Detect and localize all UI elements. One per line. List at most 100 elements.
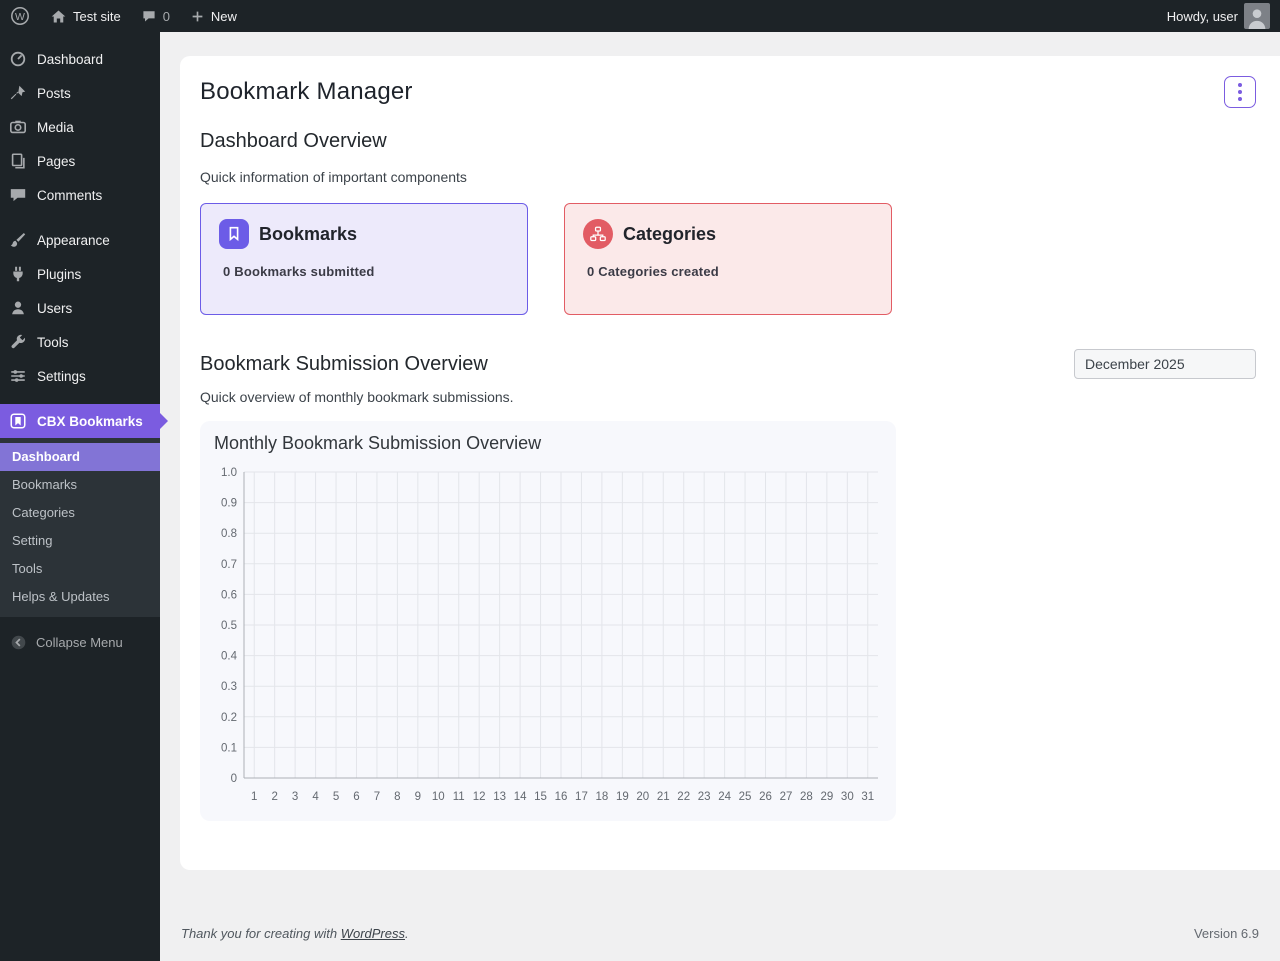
sidebar-item-plugins[interactable]: Plugins <box>0 257 160 291</box>
svg-text:29: 29 <box>820 791 833 803</box>
svg-text:27: 27 <box>780 791 793 803</box>
svg-text:15: 15 <box>534 791 547 803</box>
submenu-item-helps-updates[interactable]: Helps & Updates <box>0 583 160 611</box>
svg-text:1: 1 <box>251 791 257 803</box>
svg-text:0.9: 0.9 <box>221 498 237 510</box>
svg-text:10: 10 <box>432 791 445 803</box>
footer-thanks-prefix: Thank you for creating with <box>181 926 341 941</box>
svg-text:26: 26 <box>759 791 772 803</box>
collapse-icon <box>8 632 28 652</box>
svg-text:25: 25 <box>739 791 752 803</box>
dashboard-overview-heading: Dashboard Overview <box>200 130 1256 153</box>
svg-text:0.1: 0.1 <box>221 742 237 754</box>
bookmark-icon <box>8 411 28 431</box>
sidebar-item-comments[interactable]: Comments <box>0 178 160 212</box>
chart-title: Monthly Bookmark Submission Overview <box>208 433 888 454</box>
admin-bar: W Test site 0 New Howdy, user <box>0 0 1280 32</box>
pages-icon <box>8 151 28 171</box>
my-account-menu[interactable]: Howdy, user <box>1157 0 1280 32</box>
svg-text:21: 21 <box>657 791 670 803</box>
sidebar-item-label: Users <box>37 301 72 316</box>
collapse-label: Collapse Menu <box>36 635 123 650</box>
new-content-menu[interactable]: New <box>180 0 247 32</box>
sidebar-item-label: Appearance <box>37 233 110 248</box>
avatar <box>1244 3 1270 29</box>
page-title: Bookmark Manager <box>200 78 413 106</box>
collapse-menu-button[interactable]: Collapse Menu <box>0 625 160 659</box>
menu-separator <box>0 393 160 404</box>
sidebar-item-users[interactable]: Users <box>0 291 160 325</box>
sidebar-item-media[interactable]: Media <box>0 110 160 144</box>
stat-card-value: 0 Categories created <box>587 264 873 279</box>
stat-card-title: Categories <box>623 224 716 245</box>
page-header: Bookmark Manager <box>200 72 1256 112</box>
svg-text:0.4: 0.4 <box>221 651 238 663</box>
wordpress-link[interactable]: WordPress <box>341 926 405 941</box>
sidebar-item-tools[interactable]: Tools <box>0 325 160 359</box>
camera-icon <box>8 117 28 137</box>
svg-text:3: 3 <box>292 791 298 803</box>
plug-icon <box>8 264 28 284</box>
brush-icon <box>8 230 28 250</box>
month-picker-input[interactable] <box>1074 349 1256 379</box>
sliders-icon <box>8 366 28 386</box>
user-icon <box>8 298 28 318</box>
svg-text:6: 6 <box>353 791 359 803</box>
svg-text:0.5: 0.5 <box>221 620 237 632</box>
wrench-icon <box>8 332 28 352</box>
svg-text:W: W <box>15 11 25 23</box>
comments-menu[interactable]: 0 <box>131 0 180 32</box>
sidebar-item-label: Pages <box>37 154 75 169</box>
svg-text:17: 17 <box>575 791 588 803</box>
submenu-item-tools[interactable]: Tools <box>0 555 160 583</box>
sidebar-item-appearance[interactable]: Appearance <box>0 223 160 257</box>
svg-text:0: 0 <box>231 773 237 785</box>
admin-footer: Thank you for creating with WordPress. V… <box>181 926 1259 941</box>
comments-icon <box>8 185 28 205</box>
submission-overview-subheading: Quick overview of monthly bookmark submi… <box>200 389 1256 405</box>
pushpin-icon <box>8 83 28 103</box>
submenu-item-dashboard[interactable]: Dashboard <box>0 443 160 471</box>
svg-text:0.7: 0.7 <box>221 559 237 571</box>
submission-heading-row: Bookmark Submission Overview <box>200 349 1256 379</box>
bookmarks-stat-card: Bookmarks 0 Bookmarks submitted <box>200 203 528 315</box>
wp-logo-menu[interactable]: W <box>0 0 40 32</box>
dashboard-overview-subheading: Quick information of important component… <box>200 169 1256 185</box>
sidebar-item-label: Posts <box>37 86 71 101</box>
kebab-menu-icon <box>1238 83 1242 101</box>
svg-text:23: 23 <box>698 791 711 803</box>
svg-text:8: 8 <box>394 791 400 803</box>
bookmark-icon <box>219 219 249 249</box>
svg-text:18: 18 <box>596 791 609 803</box>
site-name-menu[interactable]: Test site <box>40 0 131 32</box>
submission-chart: 1234567891011121314151617181920212223242… <box>208 458 886 810</box>
sidebar-item-label: Tools <box>37 335 69 350</box>
kebab-menu-button[interactable] <box>1224 76 1256 108</box>
svg-text:2: 2 <box>271 791 277 803</box>
svg-text:19: 19 <box>616 791 629 803</box>
submenu-item-bookmarks[interactable]: Bookmarks <box>0 471 160 499</box>
svg-text:13: 13 <box>493 791 506 803</box>
sidebar-item-label: Settings <box>37 369 86 384</box>
svg-text:5: 5 <box>333 791 339 803</box>
sidebar-item-cbx-bookmarks[interactable]: CBX Bookmarks <box>0 404 160 438</box>
footer-version: Version 6.9 <box>1194 926 1259 941</box>
svg-text:28: 28 <box>800 791 813 803</box>
submission-chart-card: Monthly Bookmark Submission Overview 123… <box>200 421 896 821</box>
categories-stat-card: Categories 0 Categories created <box>564 203 892 315</box>
home-icon <box>50 8 67 25</box>
svg-text:24: 24 <box>718 791 731 803</box>
sidebar-item-posts[interactable]: Posts <box>0 76 160 110</box>
admin-sidebar: Dashboard Posts Media Pages Comments App… <box>0 32 160 961</box>
submenu-item-setting[interactable]: Setting <box>0 527 160 555</box>
sidebar-item-pages[interactable]: Pages <box>0 144 160 178</box>
stat-card-header: Bookmarks <box>219 219 509 249</box>
svg-text:0.3: 0.3 <box>221 681 237 693</box>
sidebar-item-dashboard[interactable]: Dashboard <box>0 42 160 76</box>
sitemap-icon <box>583 219 613 249</box>
svg-text:0.2: 0.2 <box>221 712 237 724</box>
submenu-item-categories[interactable]: Categories <box>0 499 160 527</box>
sidebar-item-settings[interactable]: Settings <box>0 359 160 393</box>
dashboard-icon <box>8 49 28 69</box>
svg-text:31: 31 <box>861 791 874 803</box>
